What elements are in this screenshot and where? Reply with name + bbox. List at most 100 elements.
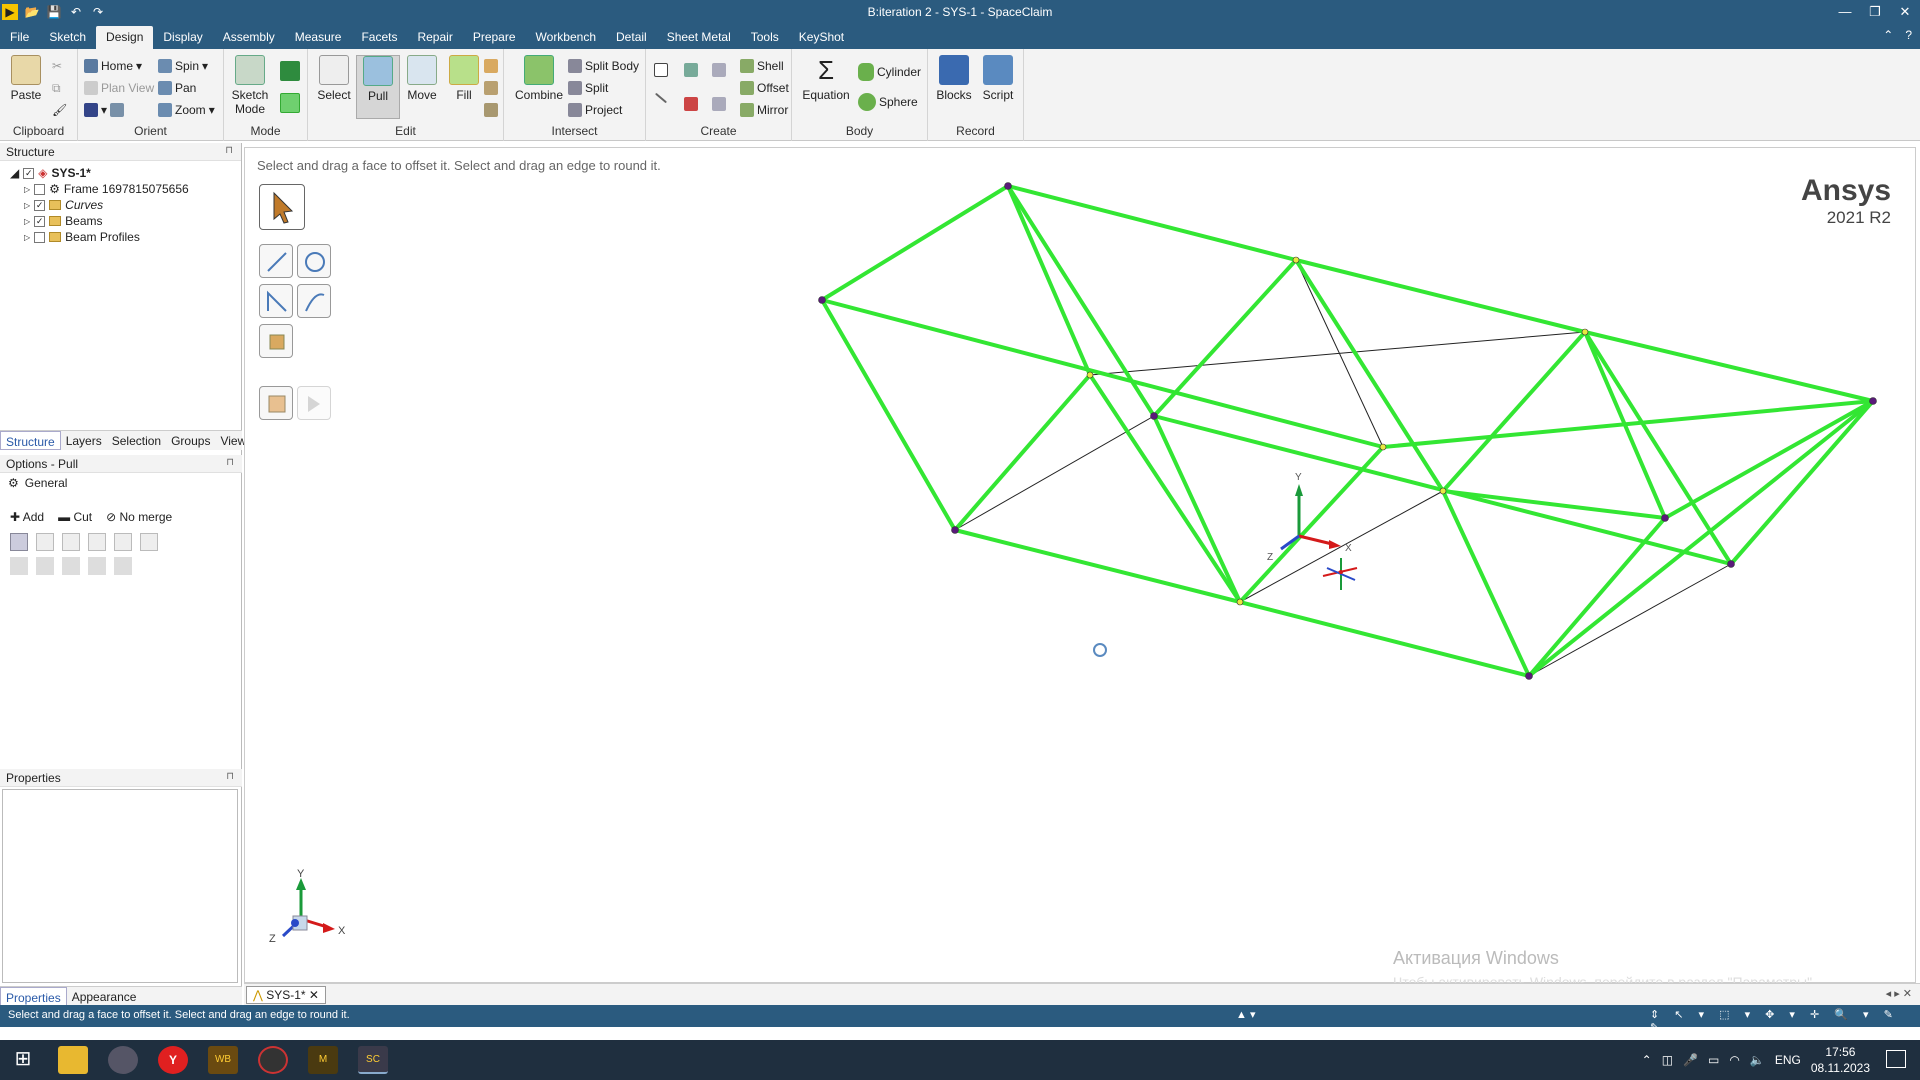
beams-checkbox[interactable]: ✓ bbox=[34, 215, 46, 227]
menu-assembly[interactable]: Assembly bbox=[213, 26, 285, 49]
close-icon[interactable]: ✕ bbox=[1890, 0, 1920, 24]
menu-tools[interactable]: Tools bbox=[741, 26, 789, 49]
complete-tool[interactable] bbox=[259, 386, 293, 420]
select-button[interactable]: Select bbox=[312, 55, 356, 102]
axis-system-icon[interactable] bbox=[684, 97, 698, 111]
curve-edge[interactable] bbox=[1528, 563, 1732, 677]
root-checkbox[interactable]: ✓ bbox=[23, 167, 35, 179]
menu-design[interactable]: Design bbox=[96, 26, 154, 49]
beam-edge[interactable] bbox=[1238, 445, 1385, 604]
plan-view-button[interactable]: Plan View bbox=[84, 81, 154, 95]
origin-icon[interactable] bbox=[684, 63, 698, 77]
tweak-face-icon[interactable] bbox=[484, 81, 498, 95]
body-option-icon[interactable] bbox=[10, 557, 28, 575]
body-option-icon[interactable] bbox=[114, 557, 132, 575]
frame-node[interactable] bbox=[1379, 443, 1387, 451]
spaceclaim-taskbar-icon[interactable]: SC bbox=[358, 1046, 388, 1074]
exit-tool[interactable] bbox=[297, 386, 331, 420]
body-option-icon[interactable] bbox=[62, 557, 80, 575]
view-cube-button[interactable]: ▾ bbox=[84, 103, 125, 117]
tab-groups[interactable]: Groups bbox=[166, 431, 215, 450]
tab-layers[interactable]: Layers bbox=[61, 431, 107, 450]
yandex-browser-icon[interactable]: Y bbox=[158, 1046, 188, 1074]
mechanical-icon[interactable]: M bbox=[308, 1046, 338, 1074]
help-icon[interactable]: ? bbox=[1905, 28, 1912, 42]
status-toggle-icon[interactable]: ▲ ▾ bbox=[1236, 1008, 1255, 1021]
up-to-icon[interactable] bbox=[36, 533, 54, 551]
sweep-tool[interactable] bbox=[297, 284, 331, 318]
script-button[interactable]: Script bbox=[976, 55, 1020, 102]
tree-root[interactable]: ◢ ✓ ◈ SYS-1* bbox=[10, 165, 241, 181]
beam-edge[interactable] bbox=[1381, 399, 1875, 449]
menu-facets[interactable]: Facets bbox=[351, 26, 407, 49]
curve-edge[interactable] bbox=[1295, 259, 1384, 448]
menu-sheet-metal[interactable]: Sheet Metal bbox=[657, 26, 741, 49]
offset-button[interactable]: Offset bbox=[740, 81, 789, 95]
point-icon[interactable] bbox=[712, 63, 726, 77]
spin-button[interactable]: Spin ▾ bbox=[158, 59, 208, 73]
tree-item-beams[interactable]: ▷ ✓ Beams bbox=[10, 213, 241, 229]
pull-button[interactable]: Pull bbox=[356, 55, 400, 119]
recorder-icon[interactable] bbox=[258, 1046, 288, 1074]
volume-icon[interactable]: 🔈 bbox=[1750, 1053, 1765, 1067]
select-tool-button[interactable] bbox=[259, 184, 305, 230]
home-button[interactable]: Home ▾ bbox=[84, 59, 142, 73]
blend-icon[interactable] bbox=[484, 59, 498, 73]
curves-checkbox[interactable]: ✓ bbox=[34, 199, 46, 211]
microphone-icon[interactable]: 🎤 bbox=[1683, 1053, 1698, 1067]
frame-node[interactable] bbox=[1004, 182, 1012, 190]
collapse-icon[interactable]: ◢ bbox=[10, 166, 19, 180]
beam-edge[interactable] bbox=[1583, 330, 1733, 566]
frame-node[interactable] bbox=[818, 296, 826, 304]
frame-node[interactable] bbox=[1086, 371, 1094, 379]
split-body-button[interactable]: Split Body bbox=[568, 59, 639, 73]
beam-edge[interactable] bbox=[1441, 489, 1667, 520]
design-viewport[interactable]: Select and drag a face to offset it. Sel… bbox=[244, 147, 1916, 990]
pin-icon[interactable]: ⊓ bbox=[226, 771, 234, 782]
tree-item-frame[interactable]: ▷ ⚙ Frame 1697815075656 bbox=[10, 181, 241, 197]
pivot-tool[interactable] bbox=[259, 324, 293, 358]
revolve-icon[interactable] bbox=[88, 533, 106, 551]
beam-edge[interactable] bbox=[1238, 600, 1531, 678]
project-button[interactable]: Project bbox=[568, 103, 622, 117]
section-mode-icon[interactable] bbox=[280, 61, 300, 81]
tray-overflow-icon[interactable]: ⌃ bbox=[1642, 1053, 1652, 1067]
shell-button[interactable]: Shell bbox=[740, 59, 784, 73]
options-general[interactable]: ⚙ General bbox=[8, 476, 67, 490]
beam-edge[interactable] bbox=[1006, 184, 1092, 377]
file-explorer-icon[interactable] bbox=[58, 1046, 88, 1074]
draft-icon[interactable] bbox=[140, 533, 158, 551]
curve-edge[interactable] bbox=[1089, 331, 1586, 376]
frame-node[interactable] bbox=[1439, 487, 1447, 495]
fill-button[interactable]: Fill bbox=[442, 55, 486, 102]
beam-edge[interactable] bbox=[1729, 399, 1875, 566]
language-indicator[interactable]: ENG bbox=[1775, 1053, 1801, 1067]
menu-repair[interactable]: Repair bbox=[407, 26, 462, 49]
cut-icon[interactable]: ✂ bbox=[52, 59, 62, 73]
beam-edge[interactable] bbox=[820, 298, 1385, 449]
replace-icon[interactable] bbox=[484, 103, 498, 117]
menu-measure[interactable]: Measure bbox=[285, 26, 352, 49]
sketch-mode-button[interactable]: Sketch Mode bbox=[228, 55, 272, 116]
collapse-ribbon-icon[interactable]: ⌃ bbox=[1883, 28, 1893, 42]
beam-edge[interactable] bbox=[820, 298, 957, 532]
plane-icon[interactable] bbox=[654, 63, 668, 77]
pull-direction-tool[interactable] bbox=[259, 244, 293, 278]
no-merge-option[interactable]: ⊘ No merge bbox=[106, 510, 172, 524]
expand-icon[interactable]: ▷ bbox=[24, 201, 30, 210]
cut-option[interactable]: ▬ Cut bbox=[58, 510, 92, 524]
menu-detail[interactable]: Detail bbox=[606, 26, 657, 49]
add-option[interactable]: ✚ Add bbox=[10, 510, 44, 524]
menu-prepare[interactable]: Prepare bbox=[463, 26, 526, 49]
tab-structure[interactable]: Structure bbox=[0, 431, 61, 450]
beam-edge[interactable] bbox=[1294, 258, 1445, 493]
expand-icon[interactable]: ▷ bbox=[24, 185, 30, 194]
beam-edge[interactable] bbox=[1527, 399, 1875, 678]
tab-scroll-icon[interactable]: ◂ ▸ ✕ bbox=[1886, 987, 1912, 1000]
axis-icon[interactable] bbox=[654, 92, 668, 104]
beam-edge[interactable] bbox=[1583, 330, 1875, 403]
close-tab-icon[interactable]: ✕ bbox=[309, 988, 319, 1002]
frame-node[interactable] bbox=[1661, 514, 1669, 522]
pin-icon[interactable]: ⊓ bbox=[225, 145, 233, 156]
beam-edge[interactable] bbox=[1152, 414, 1242, 604]
